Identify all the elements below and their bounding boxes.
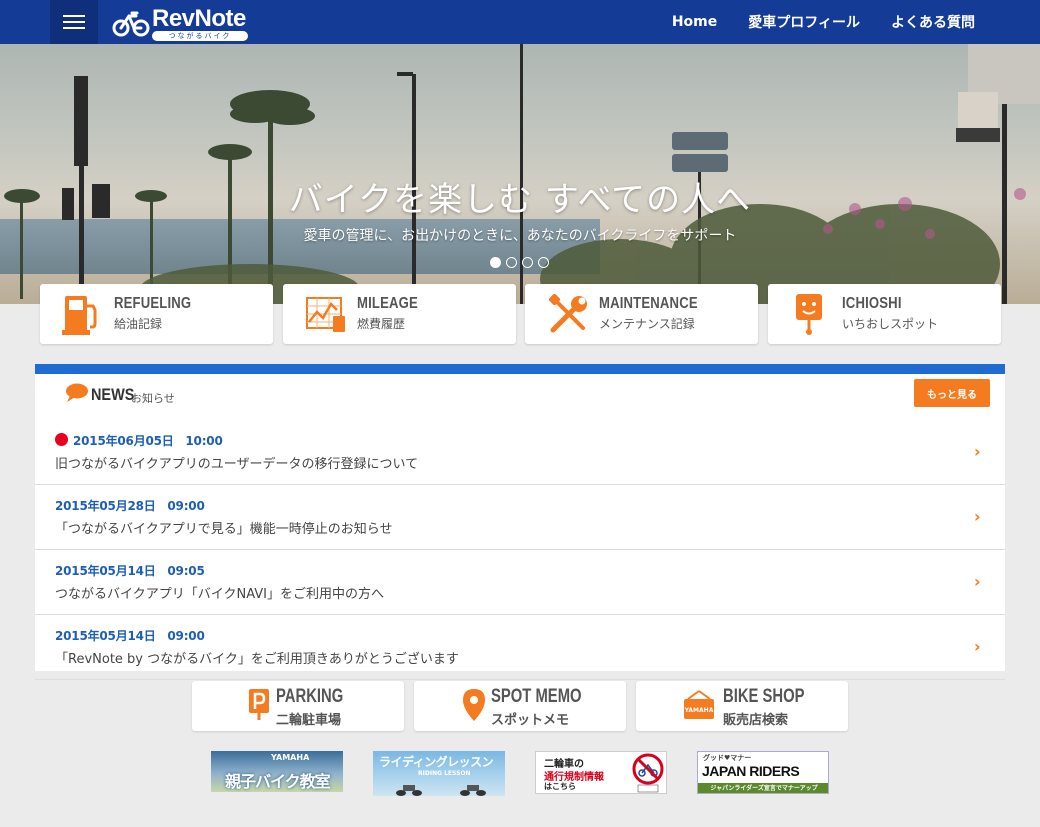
speech-bubble-icon xyxy=(66,383,88,402)
motorcycle-riders-image xyxy=(396,785,486,796)
banner-japan-riders[interactable]: グッド♥マナー JAPAN RIDERS ジャパンライダーズ宣言でマナーアップ xyxy=(697,751,829,794)
news-header: NEWS お知らせ もっと見る xyxy=(35,374,1005,420)
banner-title: JAPAN RIDERS xyxy=(702,763,800,779)
banner-subtitle: ジャパンライダーズ宣言でマナーアップ xyxy=(698,783,828,793)
parking-icon xyxy=(249,689,269,720)
banner-title: 親子バイク教室 xyxy=(225,772,331,791)
chevron-right-icon: › xyxy=(974,507,981,526)
header: RevNote つながるバイク Home 愛車プロフィール よくある質問 xyxy=(0,0,1040,44)
banner-subtitle: RIDING LESSON xyxy=(418,770,471,777)
feature-title-ja: 燃費履歴 xyxy=(357,317,406,331)
news-text: 「つながるバイクアプリで見る」機能一時停止のお知らせ xyxy=(55,522,393,537)
tool-title-ja: 販売店検索 xyxy=(723,713,789,728)
carousel-dot[interactable] xyxy=(506,257,517,268)
carousel-dot[interactable] xyxy=(538,257,549,268)
mileage-chart-icon xyxy=(306,297,345,332)
top-nav: Home 愛車プロフィール よくある質問 xyxy=(672,0,975,44)
tool-card-bike-shop[interactable]: YAMAHA BIKE SHOP 販売店検索 xyxy=(636,681,848,731)
feature-card-maintenance[interactable]: MAINTENANCE メンテナンス記録 xyxy=(525,284,758,344)
news-date: 2015年05月14日 09:05 xyxy=(55,564,205,578)
feature-card-mileage[interactable]: MILEAGE 燃費履歴 xyxy=(283,284,516,344)
news-text: 「RevNote by つながるバイク」をご利用頂きありがとうございます xyxy=(55,652,459,667)
no-motorcycle-sign-icon xyxy=(632,753,664,793)
carousel-dots xyxy=(490,257,549,268)
logo-subtitle: つながるバイク xyxy=(152,31,248,41)
news-title: NEWS xyxy=(91,385,135,404)
feature-title-ja: 給油記録 xyxy=(114,317,163,331)
feature-title-ja: メンテナンス記録 xyxy=(599,317,695,331)
feature-title-en: ICHIOSHI xyxy=(842,295,902,312)
feature-title-en: MAINTENANCE xyxy=(599,295,698,312)
news-item[interactable]: 2015年05月14日 09:00 「RevNote by つながるバイク」をご… xyxy=(35,615,1005,680)
banner-traffic-restriction[interactable]: 二輪車の 通行規制情報 はこちら xyxy=(535,751,667,794)
spot-pin-icon xyxy=(796,294,822,335)
hero-subtitle: 愛車の管理に、お出かけのときに、あなたのバイクライフをサポート xyxy=(303,228,737,244)
nav-bike-profile[interactable]: 愛車プロフィール xyxy=(748,12,860,32)
news-title-ja: お知らせ xyxy=(131,392,175,405)
feature-title-ja: いちおしスポット xyxy=(842,317,939,331)
news-item[interactable]: 2015年06月05日 10:00 旧つながるバイクアプリのユーザーデータの移行… xyxy=(35,420,1005,485)
banner-tagline: グッド♥マナー xyxy=(703,754,752,762)
feature-card-refueling[interactable]: REFUELING 給油記録 xyxy=(40,284,273,344)
banner-line3: はこちら xyxy=(544,782,576,791)
tool-card-spot-memo[interactable]: SPOT MEMO スポットメモ xyxy=(414,681,626,731)
tool-card-parking[interactable]: PARKING 二輪駐車場 xyxy=(192,681,404,731)
new-badge xyxy=(55,433,68,446)
tool-title-en: PARKING xyxy=(276,686,344,707)
hamburger-line xyxy=(63,21,85,23)
bicycle-icon xyxy=(112,11,150,37)
news-date: 2015年05月28日 09:00 xyxy=(55,499,205,513)
chevron-right-icon: › xyxy=(974,572,981,591)
news-item[interactable]: 2015年05月28日 09:00 「つながるバイクアプリで見る」機能一時停止の… xyxy=(35,485,1005,550)
fuel-pump-icon xyxy=(62,296,97,335)
banner-kids-bike-school[interactable]: YAMAHA 親子バイク教室 xyxy=(211,751,343,792)
svg-text:YAMAHA: YAMAHA xyxy=(684,707,714,714)
nav-faq[interactable]: よくある質問 xyxy=(891,12,975,32)
carousel-dot[interactable] xyxy=(522,257,533,268)
news-date: 2015年05月14日 09:00 xyxy=(55,629,205,643)
hamburger-line xyxy=(63,15,85,17)
nav-home[interactable]: Home xyxy=(672,14,717,30)
news-date: 2015年06月05日 10:00 xyxy=(73,434,223,448)
feature-title-en: REFUELING xyxy=(114,295,192,312)
banner-riding-lesson[interactable]: ライディングレッスン RIDING LESSON xyxy=(373,751,505,796)
feature-title-en: MILEAGE xyxy=(357,295,418,312)
location-pin-icon xyxy=(463,689,485,721)
news-text: つながるバイクアプリ「バイクNAVI」をご利用中の方へ xyxy=(55,587,384,602)
chevron-right-icon: › xyxy=(974,442,981,461)
shop-sign-icon: YAMAHA xyxy=(684,690,714,719)
chevron-right-icon: › xyxy=(974,637,981,656)
more-news-button[interactable]: もっと見る xyxy=(914,379,990,407)
tool-title-ja: スポットメモ xyxy=(491,713,570,728)
banner-title: ライディングレッスン xyxy=(379,755,494,769)
feature-card-ichioshi[interactable]: ICHIOSHI いちおしスポット xyxy=(768,284,1001,344)
news-panel: NEWS お知らせ もっと見る 2015年06月05日 10:00 旧つながるバ… xyxy=(35,364,1005,680)
banner-brand: YAMAHA xyxy=(271,753,310,762)
tool-title-ja: 二輪駐車場 xyxy=(276,713,342,728)
hamburger-line xyxy=(63,27,85,29)
carousel-dot[interactable] xyxy=(490,257,501,268)
news-item[interactable]: 2015年05月14日 09:05 つながるバイクアプリ「バイクNAVI」をご利… xyxy=(35,550,1005,615)
hero-title: バイクを楽しむ すべての人へ xyxy=(288,180,752,220)
wrench-screwdriver-icon xyxy=(548,293,587,333)
logo-text: RevNote xyxy=(152,5,246,32)
hamburger-menu-button[interactable] xyxy=(50,0,98,44)
news-text: 旧つながるバイクアプリのユーザーデータの移行登録について xyxy=(55,457,419,472)
hero-carousel[interactable]: バイクを楽しむ すべての人へ 愛車の管理に、お出かけのときに、あなたのバイクライ… xyxy=(0,44,1040,304)
tool-title-en: SPOT MEMO xyxy=(491,686,582,707)
tool-title-en: BIKE SHOP xyxy=(723,686,805,707)
